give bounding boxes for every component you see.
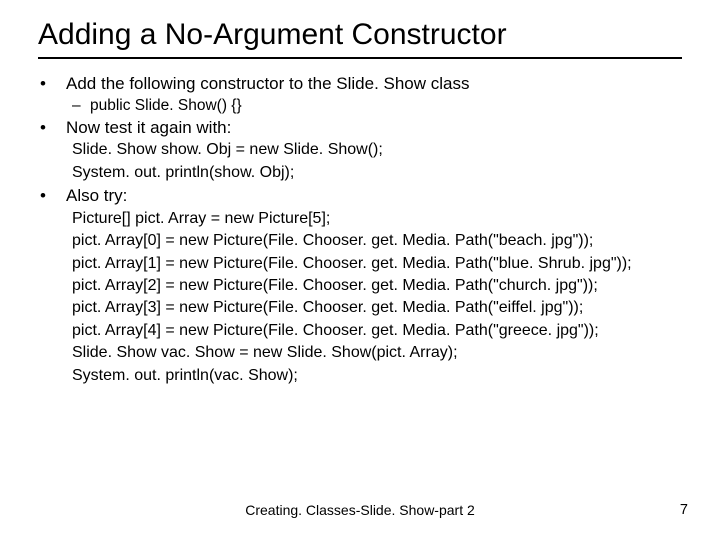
bullet-1-text: Add the following constructor to the Sli… <box>66 73 682 94</box>
code-line: pict. Array[2] = new Picture(File. Choos… <box>72 276 682 296</box>
footer-text: Creating. Classes-Slide. Show-part 2 <box>0 502 720 518</box>
bullet-3: • Also try: <box>38 185 682 206</box>
code-line: Slide. Show show. Obj = new Slide. Show(… <box>72 140 682 160</box>
code-line: System. out. println(show. Obj); <box>72 163 682 183</box>
bullet-1-sub-text: public Slide. Show() {} <box>90 96 242 115</box>
bullet-3-text: Also try: <box>66 185 682 206</box>
slide: Adding a No-Argument Constructor • Add t… <box>0 0 720 540</box>
bullet-icon: • <box>38 117 66 138</box>
slide-content: • Add the following constructor to the S… <box>38 73 682 387</box>
bullet-icon: • <box>38 73 66 94</box>
bullet-2-text: Now test it again with: <box>66 117 682 138</box>
dash-icon: – <box>72 96 90 115</box>
bullet-1: • Add the following constructor to the S… <box>38 73 682 94</box>
code-line: pict. Array[4] = new Picture(File. Choos… <box>72 321 682 341</box>
bullet-2: • Now test it again with: <box>38 117 682 138</box>
code-line: System. out. println(vac. Show); <box>72 366 682 386</box>
slide-title: Adding a No-Argument Constructor <box>38 18 682 59</box>
code-line: pict. Array[1] = new Picture(File. Choos… <box>72 254 682 274</box>
code-line: Picture[] pict. Array = new Picture[5]; <box>72 209 682 229</box>
code-line: pict. Array[3] = new Picture(File. Choos… <box>72 298 682 318</box>
bullet-1-sub: – public Slide. Show() {} <box>72 96 682 115</box>
code-line: pict. Array[0] = new Picture(File. Choos… <box>72 231 682 251</box>
code-line: Slide. Show vac. Show = new Slide. Show(… <box>72 343 682 363</box>
bullet-icon: • <box>38 185 66 206</box>
page-number: 7 <box>680 502 688 518</box>
